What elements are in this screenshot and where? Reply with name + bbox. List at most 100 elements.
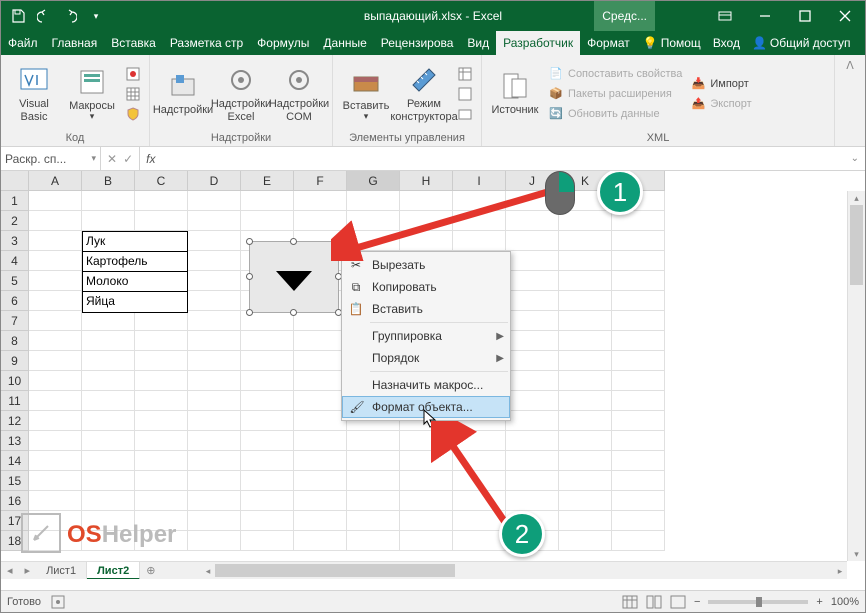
cell[interactable]	[82, 491, 135, 511]
cell[interactable]	[241, 411, 294, 431]
view-page-break-icon[interactable]	[670, 595, 686, 609]
cell[interactable]	[82, 191, 135, 211]
maximize-button[interactable]	[785, 1, 825, 31]
cell[interactable]	[29, 431, 82, 451]
cell[interactable]	[29, 271, 82, 291]
cell[interactable]	[612, 491, 665, 511]
sheet-nav-prev-icon[interactable]: ◂	[1, 564, 19, 577]
xml-source-button[interactable]: Источник	[488, 59, 542, 129]
cell[interactable]	[241, 531, 294, 551]
zoom-in-icon[interactable]: +	[816, 596, 822, 608]
cell[interactable]	[188, 251, 241, 271]
cell[interactable]	[188, 391, 241, 411]
cell[interactable]	[135, 371, 188, 391]
cell[interactable]	[241, 191, 294, 211]
cell[interactable]	[347, 471, 400, 491]
macros-button[interactable]: Макросы▾	[65, 59, 119, 129]
cell[interactable]	[241, 471, 294, 491]
cell[interactable]	[506, 371, 559, 391]
contextual-tab-tools[interactable]: Средс...	[594, 1, 655, 31]
cell[interactable]	[188, 271, 241, 291]
share-button[interactable]: 👤Общий доступ	[746, 36, 857, 50]
menu-copy[interactable]: ⧉Копировать	[342, 276, 510, 298]
cell[interactable]	[559, 271, 612, 291]
horizontal-scrollbar[interactable]: ◂▸	[201, 561, 847, 579]
tab-review[interactable]: Рецензирова	[374, 31, 461, 55]
cell[interactable]	[188, 431, 241, 451]
row-header-7[interactable]: 7	[1, 311, 29, 331]
cell[interactable]	[188, 231, 241, 251]
cell[interactable]	[135, 391, 188, 411]
cell[interactable]	[612, 291, 665, 311]
cell[interactable]	[347, 511, 400, 531]
cell[interactable]	[29, 251, 82, 271]
cell[interactable]	[559, 371, 612, 391]
row-header-3[interactable]: 3	[1, 231, 29, 251]
cell[interactable]	[188, 531, 241, 551]
cell[interactable]	[82, 451, 135, 471]
vertical-scrollbar[interactable]: ▴▾	[847, 191, 865, 561]
cell[interactable]	[29, 231, 82, 251]
xml-import-button[interactable]: 📥Импорт	[688, 75, 753, 93]
menu-assign-macro[interactable]: Назначить макрос...	[342, 374, 510, 396]
cell[interactable]	[29, 191, 82, 211]
cell[interactable]	[559, 411, 612, 431]
cell[interactable]	[294, 471, 347, 491]
cell[interactable]	[29, 491, 82, 511]
cell[interactable]	[612, 231, 665, 251]
cell[interactable]	[294, 491, 347, 511]
cell[interactable]	[188, 511, 241, 531]
name-box[interactable]: Раскр. сп...▾	[1, 147, 101, 170]
cell[interactable]	[347, 531, 400, 551]
cell[interactable]	[612, 531, 665, 551]
cell[interactable]	[559, 251, 612, 271]
cell[interactable]	[188, 351, 241, 371]
zoom-out-icon[interactable]: −	[694, 596, 700, 608]
new-sheet-icon[interactable]: ⊕	[140, 564, 161, 577]
cell[interactable]	[294, 371, 347, 391]
cell[interactable]	[506, 351, 559, 371]
cell[interactable]	[82, 471, 135, 491]
tell-me[interactable]: 💡Помощ	[637, 36, 707, 50]
menu-paste[interactable]: 📋Вставить	[342, 298, 510, 320]
enter-icon[interactable]: ✓	[123, 152, 133, 166]
cell[interactable]	[559, 211, 612, 231]
cell-b4[interactable]: Картофель	[83, 252, 187, 272]
cell[interactable]	[559, 391, 612, 411]
com-addins-button[interactable]: Надстройки COM	[272, 59, 326, 129]
cell[interactable]	[29, 331, 82, 351]
cell[interactable]	[347, 431, 400, 451]
macro-record-status-icon[interactable]	[51, 595, 65, 609]
row-header-2[interactable]: 2	[1, 211, 29, 231]
row-header-11[interactable]: 11	[1, 391, 29, 411]
cell[interactable]	[294, 391, 347, 411]
view-normal-icon[interactable]	[622, 595, 638, 609]
save-icon[interactable]	[7, 5, 29, 27]
cell[interactable]	[559, 491, 612, 511]
tab-insert[interactable]: Вставка	[104, 31, 163, 55]
cell[interactable]	[559, 331, 612, 351]
cell[interactable]	[29, 211, 82, 231]
cell[interactable]	[612, 511, 665, 531]
cell[interactable]	[29, 351, 82, 371]
undo-icon[interactable]	[33, 5, 55, 27]
record-macro-button[interactable]	[123, 65, 143, 83]
zoom-slider[interactable]	[708, 600, 808, 604]
cell[interactable]	[612, 391, 665, 411]
select-all-corner[interactable]	[1, 171, 29, 191]
cell[interactable]	[294, 411, 347, 431]
form-control-combobox[interactable]	[249, 241, 339, 313]
map-properties-button[interactable]: 📄Сопоставить свойства	[546, 65, 684, 83]
row-header-5[interactable]: 5	[1, 271, 29, 291]
row-header-10[interactable]: 10	[1, 371, 29, 391]
cell[interactable]	[347, 451, 400, 471]
cell[interactable]	[294, 431, 347, 451]
properties-button[interactable]	[455, 65, 475, 83]
cell[interactable]	[241, 351, 294, 371]
cell[interactable]	[135, 331, 188, 351]
row-header-9[interactable]: 9	[1, 351, 29, 371]
cell[interactable]	[82, 391, 135, 411]
cell[interactable]	[82, 431, 135, 451]
cell-b6[interactable]: Яйца	[83, 292, 187, 312]
design-mode-button[interactable]: Режим конструктора	[397, 59, 451, 129]
